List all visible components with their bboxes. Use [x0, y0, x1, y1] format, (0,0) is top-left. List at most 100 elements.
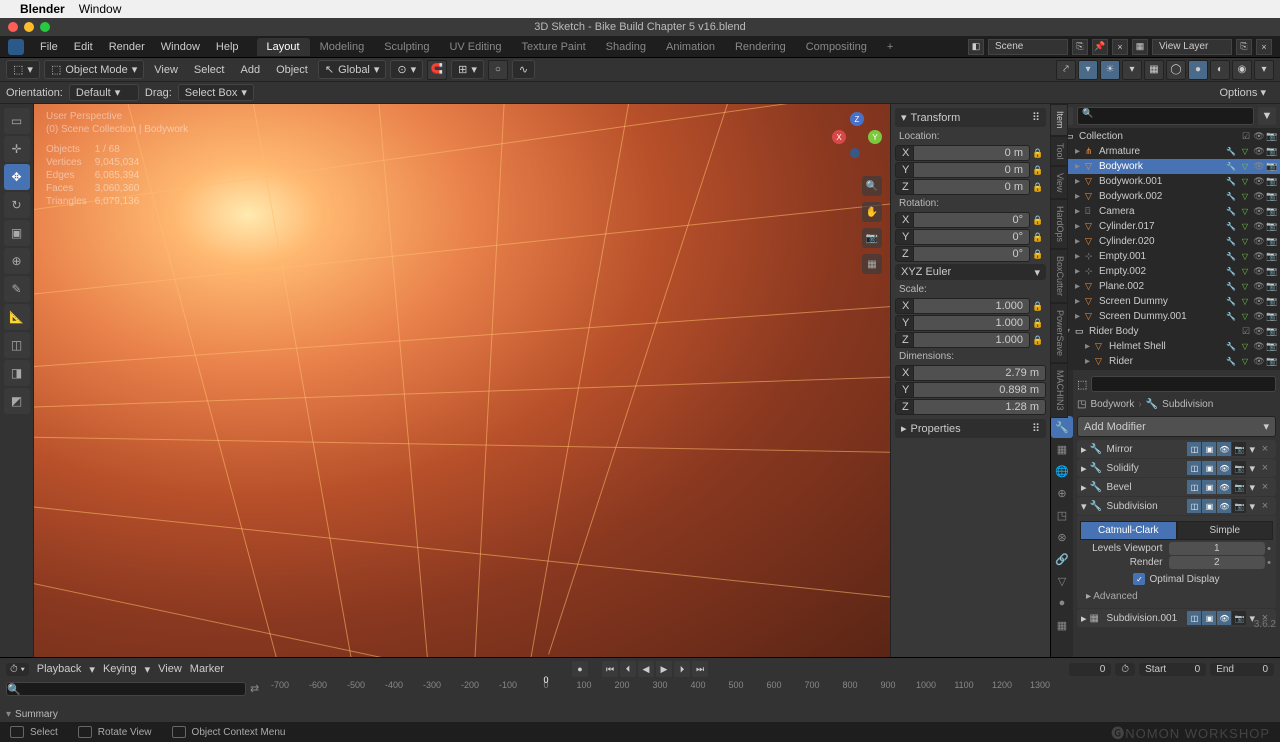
tab-shading[interactable]: Shading	[596, 38, 656, 56]
scale-z[interactable]: 1.000	[913, 332, 1030, 348]
axis-z-icon[interactable]: Z	[850, 112, 864, 126]
modifier-subdiv001[interactable]: ▸▦Subdivision.001 ◫▣👁📷 ▾×	[1077, 609, 1276, 627]
tree-row[interactable]: ▸▽Bodywork🔧▽👁📷	[1051, 159, 1280, 174]
axis-x-icon[interactable]: X	[832, 130, 846, 144]
tl-search[interactable]: 🔍	[6, 682, 246, 696]
prop-falloff[interactable]: ∿	[512, 60, 535, 79]
dim-z[interactable]: 1.28 m	[913, 399, 1046, 415]
tree-row[interactable]: ▸▽Bodywork.002🔧▽👁📷	[1051, 189, 1280, 204]
tab-uvediting[interactable]: UV Editing	[439, 38, 511, 56]
ptab-world[interactable]: ⊕	[1051, 482, 1073, 504]
ptab-viewlayer[interactable]: ▦	[1051, 438, 1073, 460]
play-rev-icon[interactable]: ◀	[638, 661, 654, 677]
optimal-display-check[interactable]: ✓Optimal Display	[1080, 570, 1273, 588]
modifier-bevel[interactable]: ▸🔧Bevel◫▣👁📷▾×	[1077, 478, 1276, 496]
prop-breadcrumb[interactable]: ◳Bodywork › 🔧Subdivision	[1077, 396, 1276, 413]
tab-layout[interactable]: Layout	[257, 38, 310, 56]
tab-animation[interactable]: Animation	[656, 38, 725, 56]
tool-annotate[interactable]: ✎	[4, 276, 30, 302]
gizmo-icon[interactable]: ⤤	[1056, 60, 1076, 80]
tree-row[interactable]: ▸▽Bodywork.001🔧▽👁📷	[1051, 174, 1280, 189]
tree-row[interactable]: ▸▽Cylinder.017🔧▽👁📷	[1051, 219, 1280, 234]
nav-gizmo[interactable]: Z X Y	[832, 112, 882, 162]
catmull-button[interactable]: Catmull-Clark	[1080, 521, 1177, 540]
viewport-3d[interactable]: User Perspective (0) Scene Collection | …	[34, 104, 890, 657]
options-dropdown[interactable]: Options ▾	[1212, 84, 1275, 101]
modifier-mirror[interactable]: ▸🔧Mirror◫▣👁📷▾×	[1077, 440, 1276, 458]
zoom-icon[interactable]: 🔍	[862, 176, 882, 196]
tool-select[interactable]: ▭	[4, 108, 30, 134]
snap-icon[interactable]: 🧲	[427, 60, 447, 80]
levels-viewport[interactable]: 1	[1169, 542, 1266, 555]
viewlayer-new[interactable]: ⎘	[1236, 39, 1252, 55]
axis-y-icon[interactable]: Y	[868, 130, 882, 144]
autokey-icon[interactable]: ●	[572, 661, 588, 677]
current-frame-field[interactable]: 0	[1069, 663, 1111, 676]
outliner-search[interactable]: 🔍	[1077, 107, 1254, 125]
start-frame-field[interactable]: Start0	[1139, 663, 1206, 676]
tool-move[interactable]: ✥	[4, 164, 30, 190]
levels-render[interactable]: 2	[1169, 556, 1266, 569]
tool-extra2[interactable]: ◩	[4, 388, 30, 414]
scale-x[interactable]: 1.000	[913, 298, 1030, 314]
xray-icon[interactable]: ▦	[1144, 60, 1164, 80]
mode-dropdown[interactable]: ⬚Object Mode▾	[44, 60, 144, 79]
tool-scale[interactable]: ▣	[4, 220, 30, 246]
tab-tool[interactable]: Tool	[1050, 136, 1068, 167]
ptab-physics[interactable]: ⊛	[1051, 526, 1073, 548]
tree-collection[interactable]: ▾▭Collection☑👁📷	[1051, 129, 1280, 144]
ptab-material[interactable]: ●	[1051, 592, 1073, 614]
viewlayer-input[interactable]	[1152, 39, 1232, 55]
tab-powersave[interactable]: PowerSave	[1050, 303, 1068, 363]
transform-header[interactable]: ▾ Transform⠿	[895, 108, 1046, 127]
tab-machin3[interactable]: MACHIN3	[1050, 363, 1068, 418]
tl-playback[interactable]: Playback	[37, 663, 82, 675]
tab-item[interactable]: Item	[1050, 104, 1068, 136]
ortho-icon[interactable]: ▦	[862, 254, 882, 274]
outliner-tree[interactable]: ▾▭Collection☑👁📷▸⋔Armature🔧▽👁📷▸▽Bodywork🔧…	[1051, 128, 1280, 370]
tool-measure[interactable]: 📐	[4, 304, 30, 330]
tree-row[interactable]: ▸⊹Empty.002🔧▽👁📷	[1051, 264, 1280, 279]
tree-row[interactable]: ▸⋔Armature🔧▽👁📷	[1051, 144, 1280, 159]
tab-texturepaint[interactable]: Texture Paint	[511, 38, 595, 56]
tab-sculpting[interactable]: Sculpting	[374, 38, 439, 56]
menu-help[interactable]: Help	[208, 41, 247, 53]
menu-window[interactable]: Window	[153, 41, 208, 53]
menu-render[interactable]: Render	[101, 41, 153, 53]
rot-z[interactable]: 0°	[913, 246, 1030, 262]
rot-x[interactable]: 0°	[913, 212, 1030, 228]
axis-neg-z-icon[interactable]	[850, 148, 860, 158]
loc-y[interactable]: 0 m	[913, 162, 1030, 178]
scene-new[interactable]: ⎘	[1072, 39, 1088, 55]
advanced-expand[interactable]: ▸ Advanced	[1080, 588, 1273, 605]
shade-matprev[interactable]: ◐	[1210, 60, 1230, 80]
orientation-dropdown[interactable]: ↖Global▾	[318, 60, 387, 79]
scene-input[interactable]	[988, 39, 1068, 55]
tool-rotate[interactable]: ↻	[4, 192, 30, 218]
tool-addcube[interactable]: ◫	[4, 332, 30, 358]
ptab-object[interactable]: ◳	[1051, 504, 1073, 526]
view-menu[interactable]: View	[148, 64, 184, 76]
add-menu[interactable]: Add	[234, 64, 266, 76]
loc-x[interactable]: 0 m	[913, 145, 1030, 161]
scale-y[interactable]: 1.000	[913, 315, 1030, 331]
object-menu[interactable]: Object	[270, 64, 314, 76]
scene-del[interactable]: ×	[1112, 39, 1128, 55]
tab-rendering[interactable]: Rendering	[725, 38, 796, 56]
clock-icon[interactable]: ⏱	[1115, 663, 1135, 676]
dim-y[interactable]: 0.898 m	[913, 382, 1046, 398]
tab-modeling[interactable]: Modeling	[310, 38, 375, 56]
dim-x[interactable]: 2.79 m	[913, 365, 1046, 381]
proportional-icon[interactable]: ○	[488, 60, 508, 80]
editor-type-dropdown[interactable]: ⬚▾	[6, 60, 40, 79]
drag-value[interactable]: Select Box▾	[178, 84, 254, 101]
scene-icon[interactable]: ◧	[968, 39, 984, 55]
close-icon[interactable]	[8, 22, 18, 32]
ptab-mesh[interactable]: ▽	[1051, 570, 1073, 592]
scene-pin[interactable]: 📌	[1092, 39, 1108, 55]
menu-edit[interactable]: Edit	[66, 41, 101, 53]
select-menu[interactable]: Select	[188, 64, 231, 76]
prop-search[interactable]	[1091, 376, 1276, 392]
shade-rendered[interactable]: ◉	[1232, 60, 1252, 80]
overlay-drop[interactable]: ▾	[1122, 60, 1142, 80]
